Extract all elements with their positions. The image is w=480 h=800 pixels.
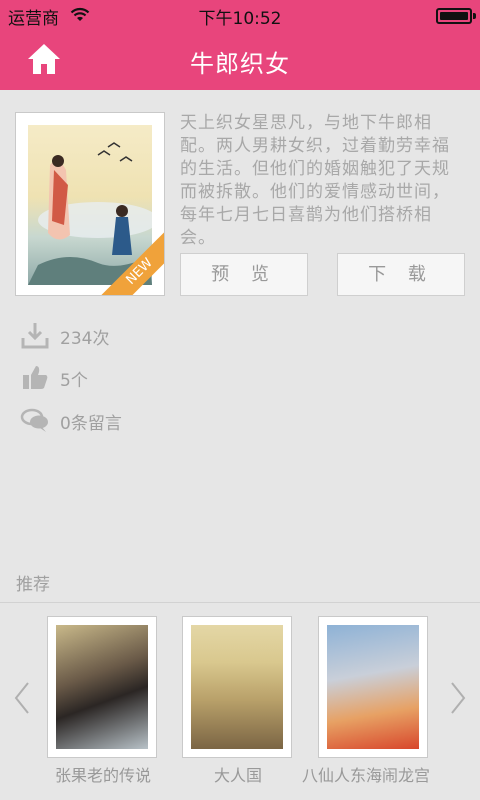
- book-thumbnail: [191, 625, 283, 749]
- battery-icon: [436, 8, 476, 24]
- chevron-left-icon[interactable]: [12, 680, 32, 716]
- comment-icon: [20, 408, 48, 432]
- book-cover[interactable]: NEW: [15, 112, 165, 296]
- recommend-book-title[interactable]: 大人国: [163, 762, 313, 786]
- recommend-book-2[interactable]: [182, 616, 292, 758]
- comment-count[interactable]: 0条留言: [20, 405, 220, 435]
- status-time: 下午10:52: [198, 9, 282, 29]
- page-title: 牛郎织女: [190, 50, 290, 78]
- comment-count-text: 0条留言: [60, 414, 122, 434]
- download-icon: [21, 323, 49, 349]
- book-thumbnail: [327, 625, 419, 749]
- download-count-text: 234次: [60, 329, 110, 349]
- chevron-right-icon[interactable]: [448, 680, 468, 716]
- book-thumbnail: [56, 625, 148, 749]
- download-count: 234次: [20, 320, 220, 350]
- recommend-title: 推荐: [16, 575, 50, 595]
- header-bar: 运营商 下午10:52 牛郎织女: [0, 0, 480, 90]
- status-bar: 运营商 下午10:52: [0, 0, 480, 30]
- recommend-book-title[interactable]: 八仙人东海闹龙宫: [300, 762, 432, 786]
- book-description: 天上织女星思凡，与地下牛郎相配。两人男耕女织，过着勤劳幸福的生活。但他们的婚姻触…: [180, 113, 450, 248]
- recommend-book-1[interactable]: [47, 616, 157, 758]
- recommend-book-title[interactable]: 张果老的传说: [28, 762, 178, 786]
- download-button[interactable]: 下 载: [337, 253, 465, 296]
- cover-illustration: [28, 125, 158, 285]
- like-count: 5个: [20, 362, 220, 392]
- recommend-book-3[interactable]: [318, 616, 428, 758]
- preview-button[interactable]: 预 览: [180, 253, 308, 296]
- like-count-text: 5个: [60, 371, 88, 391]
- thumbs-up-icon: [23, 366, 48, 389]
- divider: [0, 602, 480, 603]
- cover-illustration-art: [28, 142, 158, 285]
